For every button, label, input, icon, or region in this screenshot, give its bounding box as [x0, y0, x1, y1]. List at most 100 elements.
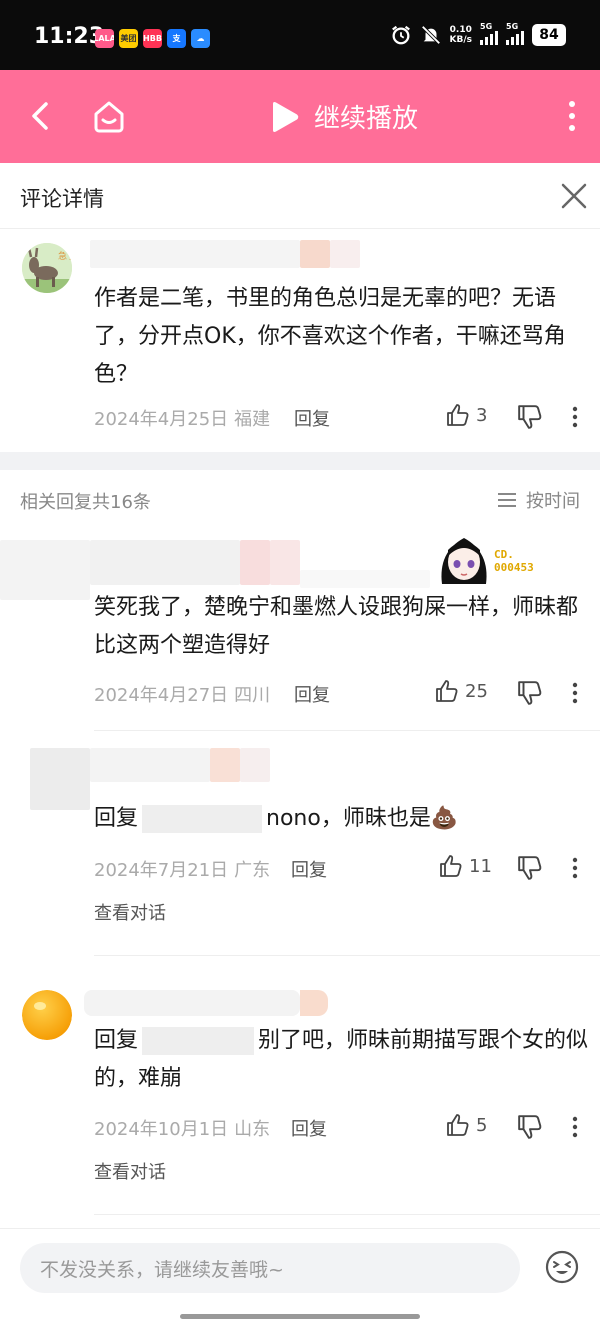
reply-button[interactable]: 回复 [291, 1115, 327, 1141]
comment-date: 2024年4月25日 [94, 409, 229, 430]
username-masked-badge [240, 540, 270, 585]
like-count: 3 [476, 404, 488, 426]
username-masked-badge [300, 990, 328, 1016]
reply-prefix: 回复 [94, 1028, 139, 1053]
reply-prefix: 回复 [94, 806, 139, 831]
view-conversation-link[interactable]: 查看对话 [94, 899, 166, 925]
avatar[interactable]: 急了 [22, 243, 72, 293]
comment-detail-header: 评论详情 [0, 163, 600, 229]
sort-lines-icon [498, 493, 516, 507]
egg-yolk-avatar-icon [22, 990, 72, 1040]
status-bar: 11:23 LALA 美团 HBB 支 ☁ 0.10 KB/s 5G 5G 84 [0, 0, 600, 70]
reply-button[interactable]: 回复 [294, 681, 330, 707]
reply-meta: 2024年10月1日 山东 [94, 1115, 270, 1141]
thumbs-up-icon [447, 1114, 469, 1136]
reply-date: 2024年7月21日 [94, 860, 229, 881]
reply-divider [94, 730, 600, 731]
svg-text:急了: 急了 [58, 250, 72, 262]
alarm-icon [391, 25, 410, 45]
main-comment-meta: 2024年4月25日 福建 [94, 405, 270, 431]
back-arrow-icon[interactable] [22, 98, 58, 134]
username-masked-badge [300, 240, 330, 268]
avatar-masked [30, 748, 90, 810]
like-button[interactable]: 5 [446, 1113, 487, 1137]
reply-date: 2024年4月27日 [94, 685, 229, 706]
status-time: 11:23 [34, 24, 105, 49]
username-masked-tail [270, 540, 300, 585]
reply-button[interactable]: 回复 [294, 405, 330, 431]
signal-1-icon: 5G [480, 22, 498, 45]
lala-app-icon: LALA [95, 29, 114, 48]
signal-2-label: 5G [506, 22, 519, 31]
network-speed: 0.10 KB/s [450, 25, 472, 45]
like-button[interactable]: 3 [446, 403, 487, 427]
reply-meta: 2024年4月27日 四川 [94, 681, 270, 707]
status-indicators: 0.10 KB/s 5G 5G 84 [390, 22, 566, 46]
thumbs-down-icon[interactable] [517, 404, 543, 430]
thumbs-down-icon[interactable] [517, 855, 543, 881]
reply-date: 2024年10月1日 [94, 1119, 229, 1140]
more-options-icon[interactable] [572, 682, 578, 704]
sort-label: 按时间 [526, 491, 580, 512]
top-nav-bar: 继续播放 [0, 70, 600, 163]
thumbs-up-icon [447, 404, 469, 426]
avatar-masked [0, 540, 90, 600]
thumbs-up-icon [440, 855, 462, 877]
reply-divider [94, 1214, 600, 1215]
username-masked [90, 540, 240, 585]
thumbs-down-icon[interactable] [517, 1114, 543, 1140]
username-masked-tail [330, 240, 360, 268]
comment-input[interactable]: 不发没关系，请继续友善哦~ [20, 1243, 520, 1293]
view-conversation-link[interactable]: 查看对话 [94, 1158, 166, 1184]
reply-location: 广东 [234, 860, 271, 881]
home-indicator[interactable] [180, 1314, 420, 1319]
more-options-icon[interactable] [572, 406, 578, 428]
sort-by-time-button[interactable]: 按时间 [496, 487, 580, 513]
like-button[interactable]: 25 [435, 679, 488, 703]
more-options-icon[interactable] [572, 857, 578, 879]
reply-button[interactable]: 回复 [291, 856, 327, 882]
like-count: 11 [469, 855, 492, 877]
more-vertical-icon[interactable] [564, 98, 580, 134]
continue-play-button[interactable]: 继续播放 [268, 98, 418, 135]
battery-icon: 84 [532, 24, 566, 46]
reply-text: nono，师昧也是💩 [266, 806, 459, 831]
anime-badge-avatar-icon [441, 538, 487, 584]
signal-1-label: 5G [480, 22, 493, 31]
net-speed-value: 0.10 [449, 25, 472, 35]
mute-bell-icon [420, 25, 441, 45]
username-masked-tail [240, 748, 270, 782]
thumbs-down-icon[interactable] [517, 680, 543, 706]
hbb-app-icon: HBB [143, 29, 162, 48]
signal-2-icon: 5G [506, 22, 524, 45]
fan-badge-number: CD. 000453 [494, 548, 534, 574]
like-button[interactable]: 11 [439, 854, 492, 878]
comment-input-bar: 不发没关系，请继续友善哦~ [0, 1228, 600, 1333]
more-options-icon[interactable] [572, 1116, 578, 1138]
like-count: 25 [465, 680, 488, 702]
notification-icons: LALA 美团 HBB 支 ☁ [95, 29, 210, 48]
play-icon [273, 101, 299, 132]
donkey-avatar-icon: 急了 [22, 243, 72, 293]
continue-play-label: 继续播放 [314, 104, 419, 134]
reply-location: 四川 [234, 685, 271, 706]
mentioned-user-masked[interactable] [142, 805, 263, 833]
net-speed-unit: KB/s [449, 35, 472, 45]
mentioned-user-masked[interactable] [142, 1027, 255, 1055]
like-count: 5 [476, 1114, 488, 1136]
emoji-icon[interactable] [544, 1249, 580, 1285]
cloud-app-icon: ☁ [191, 29, 210, 48]
close-icon[interactable] [560, 182, 588, 210]
username-masked-badge [210, 748, 240, 782]
username-masked [84, 990, 300, 1016]
comment-location: 福建 [234, 409, 271, 430]
alipay-app-icon: 支 [167, 29, 186, 48]
reply-meta: 2024年7月21日 广东 [94, 856, 270, 882]
username-masked-ext [300, 570, 430, 588]
main-comment-text: 作者是二笔，书里的角色总归是无辜的吧？无语了，分开点OK，你不喜欢这个作者，干嘛… [94, 286, 566, 387]
section-divider [0, 452, 600, 470]
related-replies-count: 相关回复共16条 [20, 492, 151, 513]
home-icon[interactable] [90, 97, 128, 135]
reply-block: 回复 别了吧，师昧前期描写跟个女的似的，难崩 [94, 1022, 594, 1098]
avatar[interactable] [22, 990, 72, 1040]
